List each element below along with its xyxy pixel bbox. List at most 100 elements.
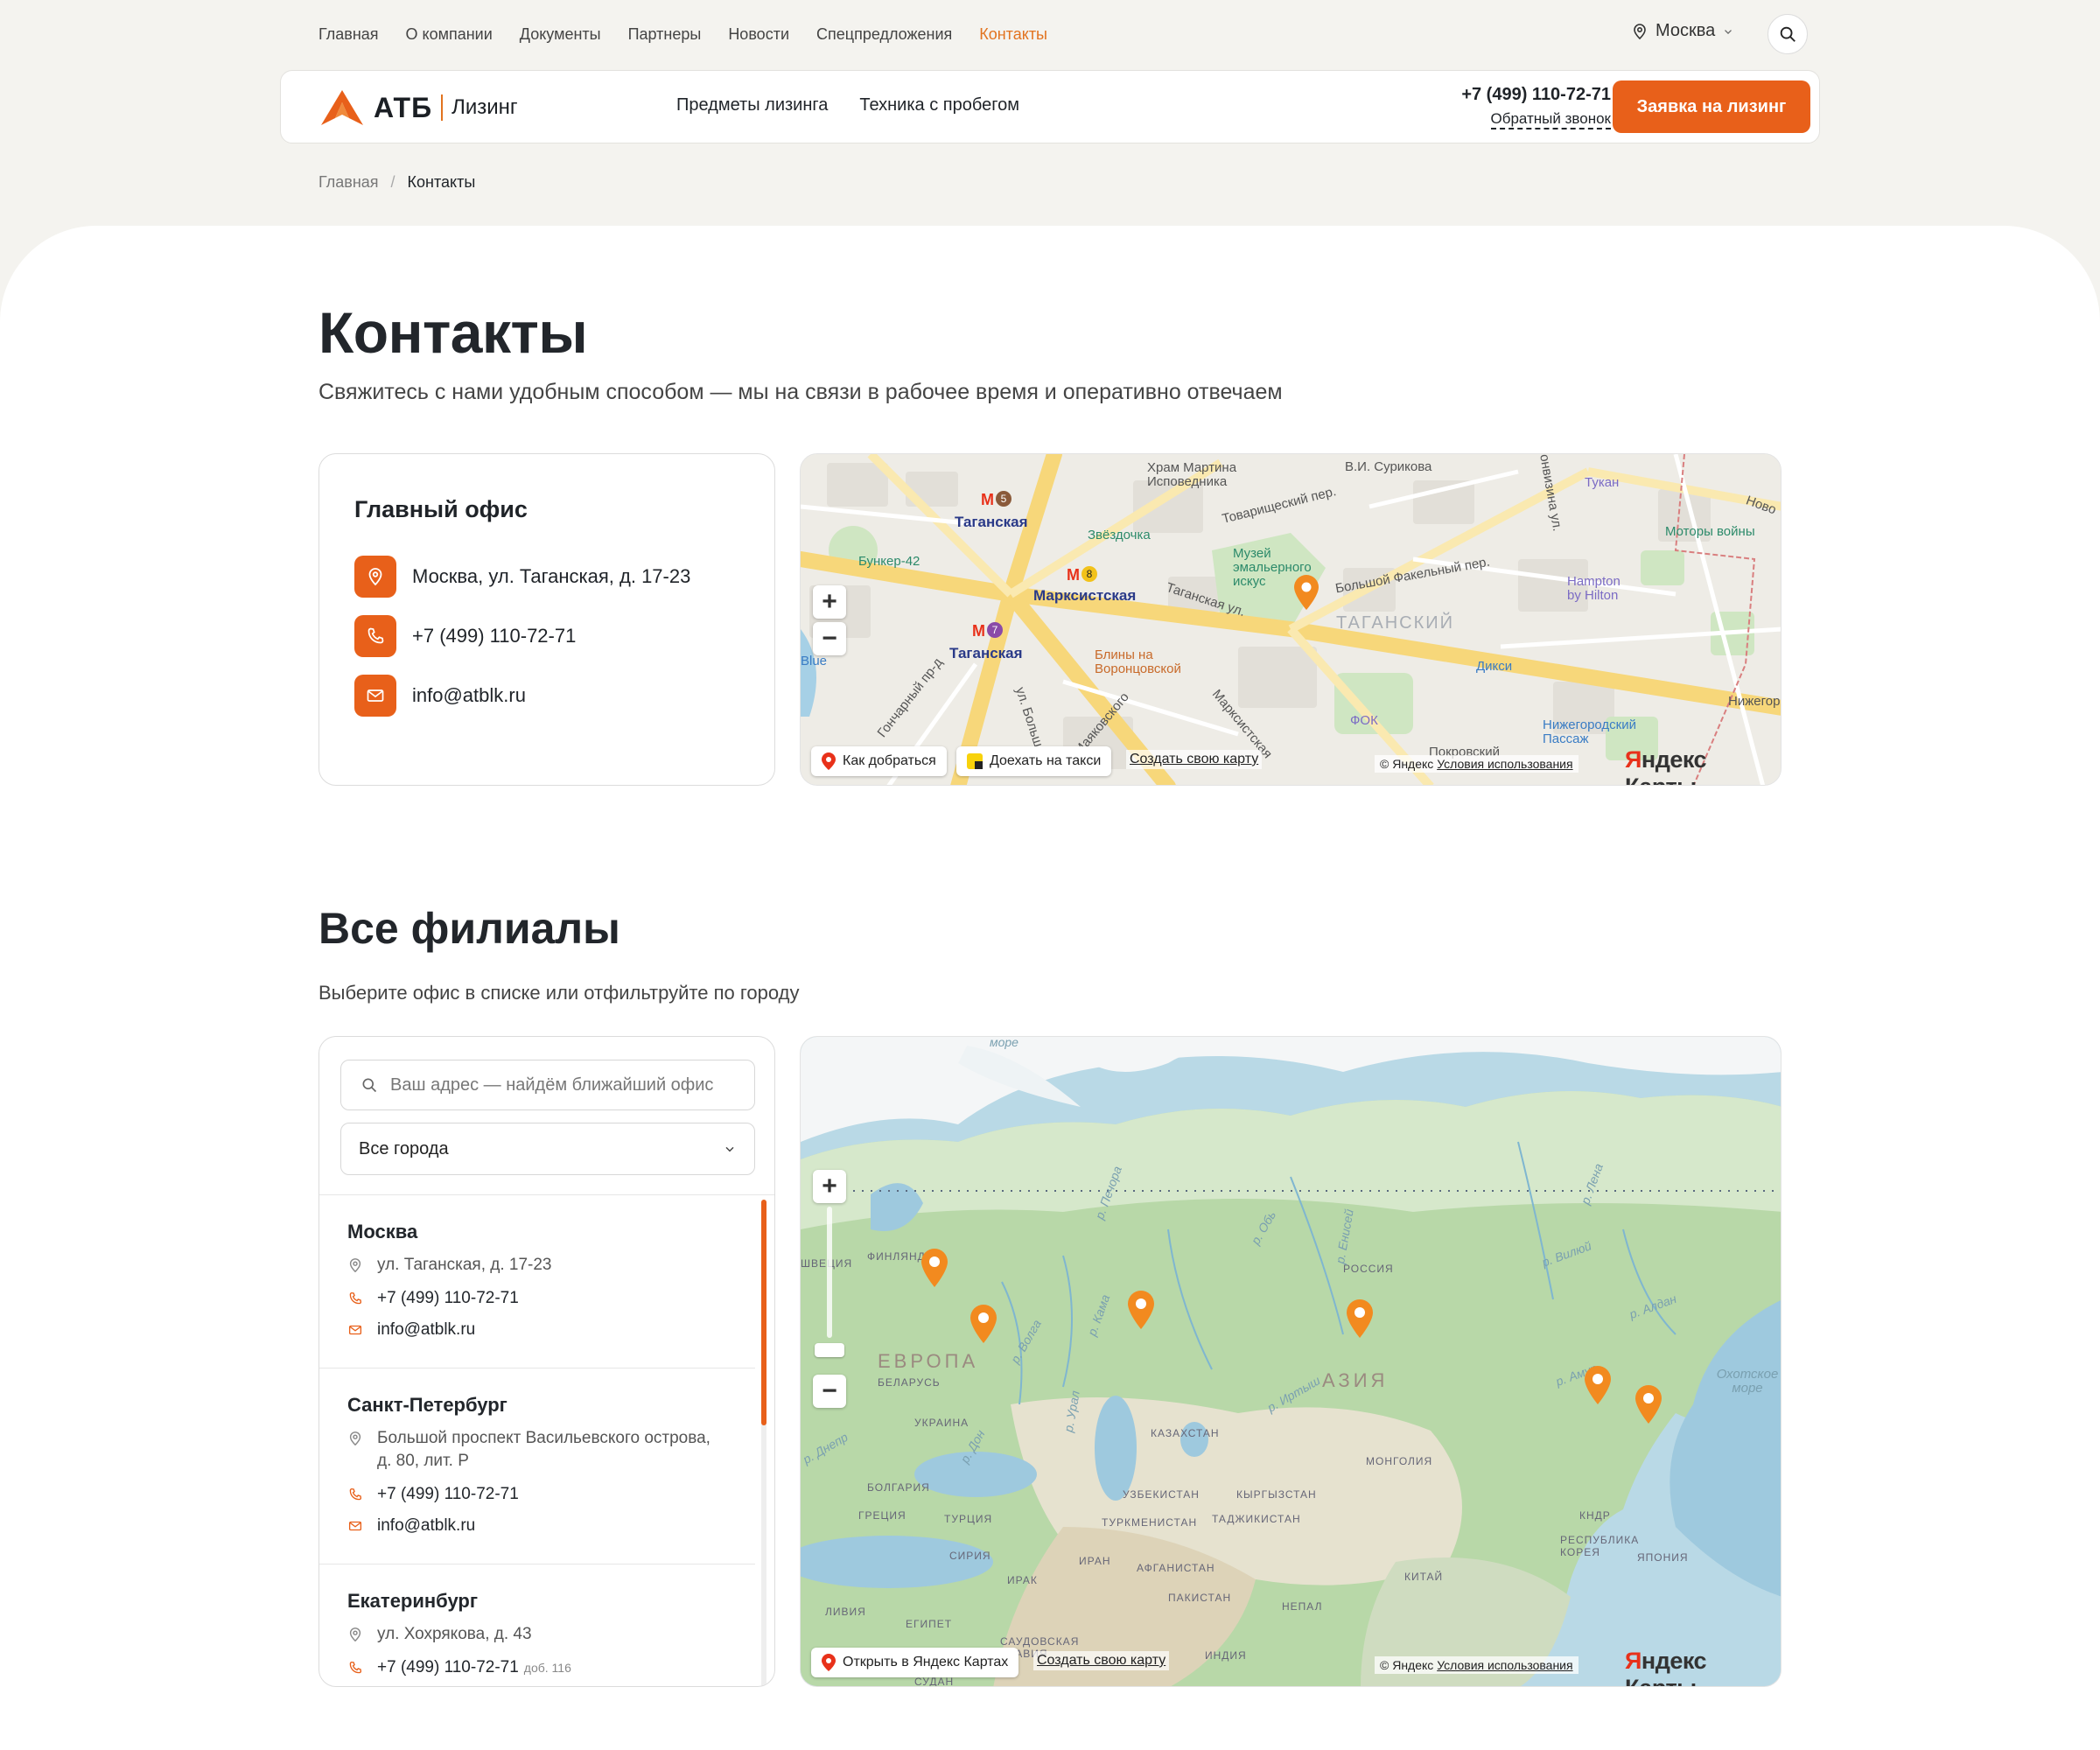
top-nav: Главная О компании Документы Партнеры Но… [318,0,1047,68]
map-label-tukan: Тукан [1585,475,1620,490]
map-label-fok: ФОК [1350,713,1378,728]
zoom-slider-handle[interactable] [815,1343,844,1357]
topnav-item-offers[interactable]: Спецпредложения [816,25,952,44]
taxi-button-label: Доехать на такси [990,753,1102,768]
city-filter-select[interactable]: Все города [340,1123,755,1175]
map-zoom-in-button[interactable]: + [813,1170,846,1203]
map-label-north-korea: КНДР [1579,1509,1611,1522]
main-office-map[interactable]: Таганская Таганская Марксистская Звёздоч… [800,453,1782,786]
map-copyright-text: © Яндекс [1380,757,1434,771]
branch-address-row: Большой проспект Васильевского острова, … [347,1427,710,1473]
topnav-item-news[interactable]: Новости [728,25,789,44]
create-map-link[interactable]: Создать свою карту [1126,750,1263,769]
office-email-row: info@atblk.ru [354,675,526,717]
branch-address-line2: д. 80, лит. Р [377,1452,469,1470]
mail-icon [347,1319,365,1341]
branch-address: ул. Таганская, д. 17-23 [377,1256,552,1274]
branch-map-pin[interactable] [1128,1291,1154,1329]
route-button-label: Как добраться [843,753,936,768]
branch-map-pin[interactable] [970,1305,997,1343]
phone-icon [347,1656,365,1679]
mail-icon [347,1515,365,1537]
branch-map-pin[interactable] [1585,1366,1611,1404]
location-pin-icon [347,1623,365,1646]
metro-line-badge-7: 7 [987,622,1003,638]
mainnav-item-used-equipment[interactable]: Техника с пробегом [859,95,1019,116]
create-map-link[interactable]: Создать свою карту [1033,1651,1170,1670]
map-label-turkey: ТУРЦИЯ [944,1513,993,1525]
leasing-request-button[interactable]: Заявка на лизинг [1613,80,1810,133]
branch-email-row: info@atblk.ru [347,1515,475,1537]
branches-map[interactable]: море ЕВРОПА АЗИЯ РОССИЯ КАЗАХСТАН МОНГОЛ… [800,1036,1782,1687]
route-button[interactable]: Как добраться [811,746,947,776]
topnav-item-documents[interactable]: Документы [520,25,601,44]
branch-email[interactable]: info@atblk.ru [377,1515,475,1537]
topnav-item-partners[interactable]: Партнеры [628,25,702,44]
map-zoom-out-button[interactable]: − [813,1375,846,1408]
map-label-libya: ЛИВИЯ [825,1606,866,1618]
city-selector[interactable]: Москва [1631,21,1734,41]
yandex-logo-y: Я [1625,746,1642,773]
branch-map-pin[interactable] [1347,1299,1373,1338]
map-label-marksistskaya: Марксистская [1033,587,1137,604]
branch-map-pin[interactable] [1635,1385,1662,1424]
branch-city-ekaterinburg[interactable]: Екатеринбург [347,1590,478,1613]
map-label-tajikistan: ТАДЖИКИСТАН [1212,1513,1301,1525]
map-zoom-out-button[interactable]: − [813,622,846,655]
office-address-row: Москва, ул. Таганская, д. 17-23 [354,556,690,598]
map-label-hram: Храм Мартина Исповедника [1147,460,1237,489]
branch-phone[interactable]: +7 (499) 110-72-71 [377,1658,519,1676]
zoom-slider-track[interactable] [827,1207,832,1338]
branch-email[interactable]: info@atblk.ru [377,1319,475,1341]
office-email[interactable]: info@atblk.ru [412,684,526,707]
map-label-japan: ЯПОНИЯ [1637,1551,1689,1564]
map-label-bliny: Блины на Воронцовской [1095,648,1181,676]
branches-lead: Выберите офис в списке или отфильтруйте … [318,982,800,1004]
branch-email-row: info@atblk.ru [347,1319,475,1341]
branch-phone[interactable]: +7 (499) 110-72-71 [377,1287,519,1310]
logo-mark-icon [321,90,363,125]
address-search-input[interactable]: Ваш адрес — найдём ближайший офис [340,1060,755,1110]
taxi-button[interactable]: Доехать на такси [956,746,1112,776]
topnav-item-about[interactable]: О компании [406,25,493,44]
list-divider [319,1194,774,1195]
callback-link[interactable]: Обратный звонок [1490,110,1611,130]
city-selector-label: Москва [1656,21,1716,40]
topnav-item-home[interactable]: Главная [318,25,379,44]
map-label-europe: ЕВРОПА [878,1350,979,1372]
map-label-bunker: Бункер-42 [858,554,920,569]
yandex-maps-logo[interactable]: Яндекс Карты [1625,746,1781,785]
header-phone[interactable]: +7 (499) 110-72-71 [1436,85,1611,105]
list-scrollbar-thumb[interactable] [761,1200,766,1425]
open-yandex-label: Открыть в Яндекс Картах [843,1655,1009,1670]
logo-sub: Лизинг [452,95,518,119]
map-label-nepal: НЕПАЛ [1282,1600,1323,1613]
yandex-maps-logo[interactable]: Яндекс Карты [1625,1648,1781,1686]
search-button[interactable] [1768,14,1808,54]
branch-city-spb[interactable]: Санкт-Петербург [347,1394,508,1417]
map-label-nizh-passazh: Нижегородский Пассаж [1543,718,1636,746]
topnav-item-contacts[interactable]: Контакты [979,25,1047,44]
branch-map-pin[interactable] [921,1249,948,1287]
branch-phone[interactable]: +7 (499) 110-72-71 [377,1483,519,1506]
map-terms-link[interactable]: Условия использования [1437,1658,1572,1672]
branch-address-row: ул. Хохрякова, д. 43 [347,1623,532,1646]
map-label-uzbekistan: УЗБЕКИСТАН [1123,1488,1200,1501]
location-pin-icon [347,1427,365,1450]
main-office-title: Главный офис [354,496,528,522]
open-yandex-button[interactable]: Открыть в Яндекс Картах [811,1648,1019,1677]
breadcrumb-home[interactable]: Главная [318,173,379,192]
map-terms-link[interactable]: Условия использования [1437,757,1572,771]
logo[interactable]: АТБ Лизинг [319,88,518,127]
mainnav-item-leasing-items[interactable]: Предметы лизинга [676,95,828,116]
map-zoom-in-button[interactable]: + [813,585,846,619]
map-label-russia: РОССИЯ [1343,1263,1394,1275]
map-label-diksi: Дикси [1476,659,1513,674]
map-label-taganskaya-5: Таганская [955,514,1028,530]
map-label-kyrgyzstan: КЫРГЫЗСТАН [1236,1488,1317,1501]
branch-phone-row: +7 (499) 110-72-71 [347,1483,519,1506]
phone-icon [347,1287,365,1310]
yandex-logo-y: Я [1625,1648,1642,1674]
office-phone[interactable]: +7 (499) 110-72-71 [412,625,576,648]
branch-city-moscow[interactable]: Москва [347,1221,417,1243]
